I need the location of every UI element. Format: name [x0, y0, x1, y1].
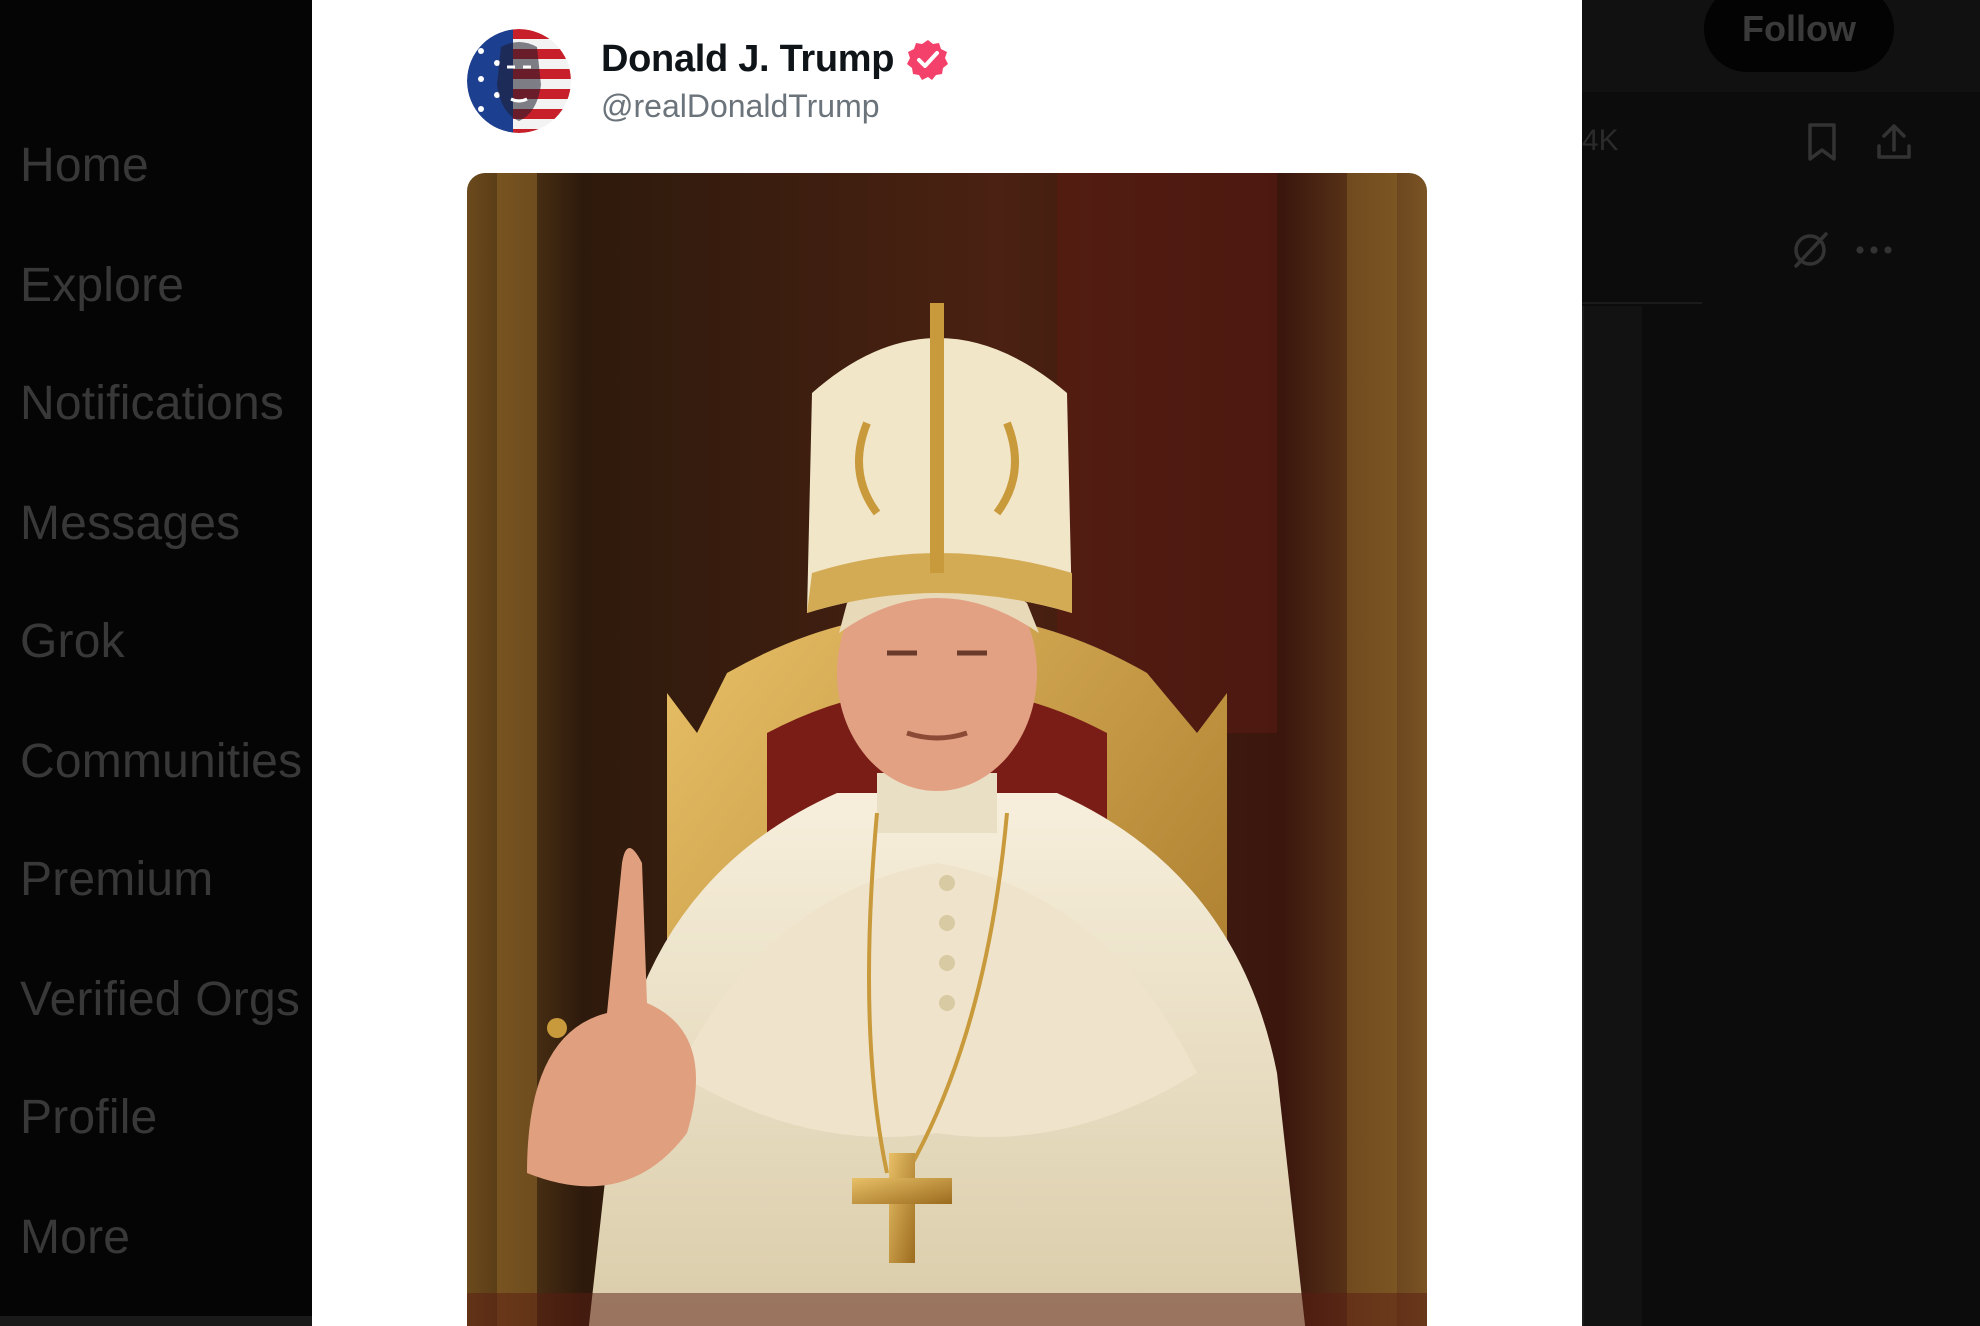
author-display-name[interactable]: Donald J. Trump	[601, 38, 895, 81]
share-icon[interactable]	[1872, 120, 1916, 164]
engagement-count: 4K	[1582, 124, 1619, 157]
sidebar-bottom-bar	[0, 1316, 312, 1326]
pope-portrait-illustration	[467, 173, 1427, 1326]
right-panel-edge	[1582, 306, 1642, 1326]
share-icon-glyph	[1877, 124, 1911, 159]
post-modal: Donald J. Trump @realDonaldTrump	[312, 0, 1582, 1326]
post-header: Donald J. Trump @realDonaldTrump	[467, 26, 950, 136]
author-identity: Donald J. Trump @realDonaldTrump	[601, 38, 950, 125]
post-media-image[interactable]	[467, 173, 1427, 1326]
sidebar-item-notifications[interactable]: Notifications	[20, 368, 284, 438]
author-handle[interactable]: @realDonaldTrump	[601, 88, 950, 125]
sidebar-item-profile[interactable]: Profile	[20, 1082, 157, 1152]
more-icon-glyph	[1856, 246, 1892, 254]
sidebar-item-home[interactable]: Home	[20, 130, 149, 200]
author-avatar[interactable]	[467, 29, 571, 133]
verified-badge-icon	[907, 39, 949, 80]
sidebar-item-explore[interactable]: Explore	[20, 250, 184, 320]
sidebar-nav: Home Explore Notifications Messages Grok…	[0, 0, 312, 1326]
grok-icon-glyph	[1794, 232, 1828, 268]
sidebar-item-messages[interactable]: Messages	[20, 488, 240, 558]
grok-icon[interactable]	[1788, 228, 1832, 272]
more-icon[interactable]	[1852, 228, 1896, 272]
sidebar-item-more[interactable]: More	[20, 1202, 130, 1272]
bookmark-icon[interactable]	[1800, 120, 1844, 164]
bookmark-icon-glyph	[1808, 123, 1836, 161]
sidebar-item-grok[interactable]: Grok	[20, 606, 125, 676]
right-column: Follow 4K	[1582, 0, 1980, 1326]
follow-button[interactable]: Follow	[1704, 0, 1894, 72]
right-separator	[1582, 302, 1702, 304]
american-flag-face-avatar-icon	[467, 29, 571, 133]
sidebar-item-verified-orgs[interactable]: Verified Orgs	[20, 964, 300, 1034]
sidebar-item-premium[interactable]: Premium	[20, 844, 213, 914]
sidebar-item-communities[interactable]: Communities	[20, 726, 302, 796]
author-name-row: Donald J. Trump	[601, 38, 950, 82]
screen: Home Explore Notifications Messages Grok…	[0, 0, 1980, 1326]
